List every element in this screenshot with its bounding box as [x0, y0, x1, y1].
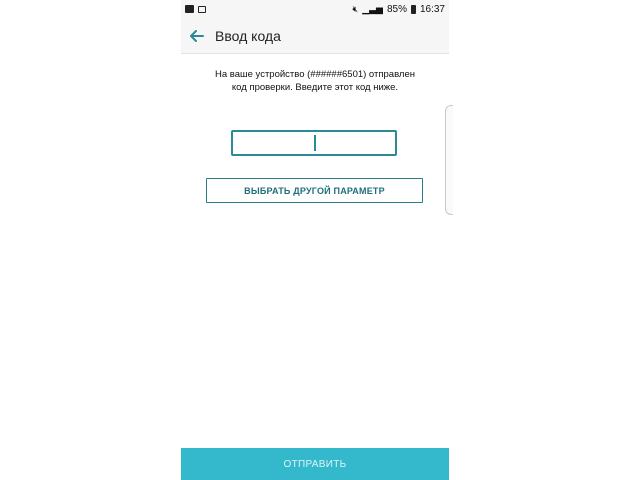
app-bar: Ввод кода — [181, 18, 449, 54]
edge-panel-handle[interactable] — [445, 105, 453, 215]
page-title: Ввод кода — [215, 27, 281, 44]
phone-screen: 🔇︎ ▁▃▅ 85% 16:37 Ввод кода На ваше устро… — [181, 0, 449, 480]
screenshot-stage: 🔇︎ ▁▃▅ 85% 16:37 Ввод кода На ваше устро… — [0, 0, 640, 480]
text-cursor — [314, 135, 316, 151]
submit-button[interactable]: ОТПРАВИТЬ — [181, 448, 449, 480]
message-line-2: код проверки. Введите этот код ниже. — [231, 82, 399, 93]
image-icon — [185, 5, 194, 13]
choose-other-option-button[interactable]: ВЫБРАТЬ ДРУГОЙ ПАРАМЕТР — [206, 178, 423, 203]
battery-icon — [410, 4, 416, 14]
status-bar: 🔇︎ ▁▃▅ 85% 16:37 — [181, 0, 449, 18]
mute-icon: 🔇︎ — [352, 3, 359, 14]
message-line-1: На ваше устройство (######6501) отправле… — [215, 69, 415, 80]
status-time: 16:37 — [419, 3, 445, 15]
notification-icon — [198, 5, 206, 13]
arrow-left-icon[interactable] — [187, 26, 207, 46]
signal-icon: ▁▃▅ — [362, 3, 383, 14]
status-right: 🔇︎ ▁▃▅ 85% 16:37 — [353, 4, 445, 15]
status-left — [185, 5, 206, 13]
main-content: На ваше устройство (######6501) отправле… — [181, 54, 449, 448]
verification-message: На ваше устройство (######6501) отправле… — [191, 68, 439, 94]
battery-percent: 85% — [386, 3, 407, 15]
